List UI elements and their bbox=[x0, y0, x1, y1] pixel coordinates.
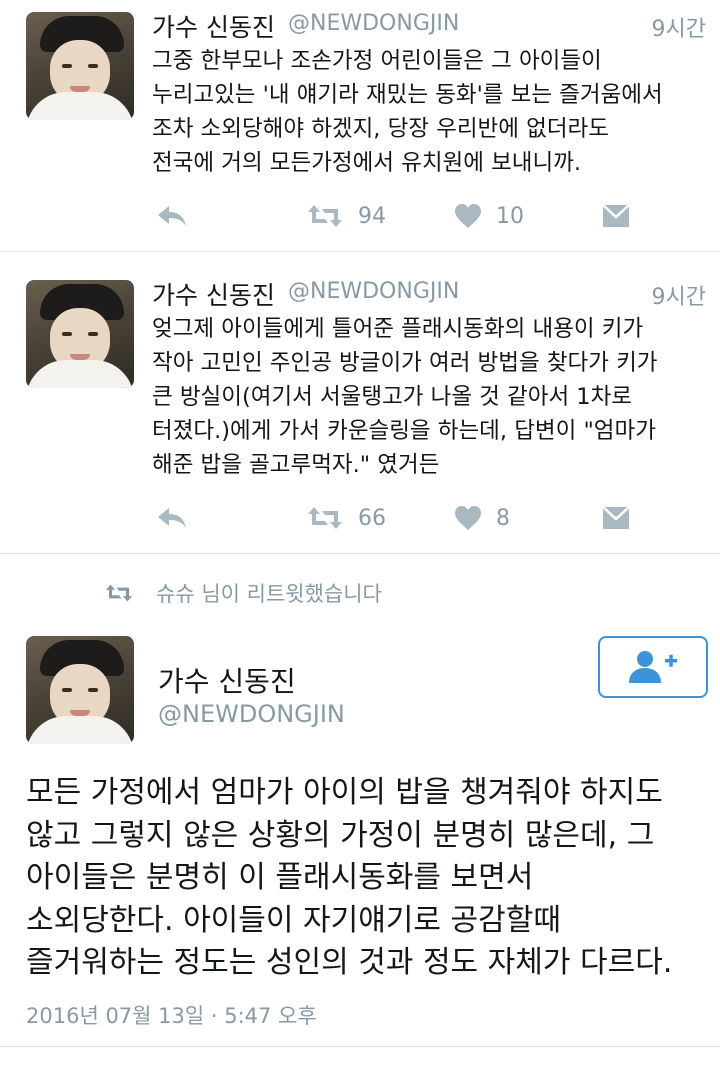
reply-button[interactable] bbox=[156, 498, 188, 538]
tweet-text: 엊그제 아이들에게 틀어준 플래시동화의 내용이 키가 작아 고민인 주인공 방… bbox=[152, 316, 658, 478]
tweet-time: 9시간 bbox=[651, 285, 706, 310]
tweet-actions: 94 10 bbox=[152, 196, 672, 236]
reply-icon bbox=[158, 206, 186, 226]
retweet-count: 94 bbox=[358, 203, 386, 229]
envelope-icon bbox=[602, 506, 630, 529]
tweet-time: 9시간 bbox=[651, 17, 706, 42]
reply-button[interactable] bbox=[156, 196, 188, 236]
heart-icon bbox=[455, 204, 481, 228]
author-handle[interactable]: @NEWDONGJIN bbox=[288, 279, 459, 304]
author-handle[interactable]: @NEWDONGJIN bbox=[288, 11, 459, 36]
avatar[interactable] bbox=[26, 636, 134, 744]
retweet-button[interactable]: 94 bbox=[306, 196, 386, 236]
retweet-button[interactable]: 66 bbox=[306, 498, 386, 538]
retweet-icon bbox=[308, 507, 342, 529]
retweet-icon bbox=[105, 584, 133, 602]
envelope-icon bbox=[602, 204, 630, 227]
tweet-text: 그중 한부모나 조손가정 어린이들은 그 아이들이 누리고있는 '내 얘기라 재… bbox=[152, 48, 663, 176]
retweet-count: 66 bbox=[358, 505, 386, 531]
avatar[interactable] bbox=[26, 280, 134, 388]
tweet-timestamp: 2016년 07월 13일 · 5:47 오후 bbox=[26, 1004, 317, 1028]
author-name[interactable]: 가수 신동진 bbox=[152, 8, 275, 44]
author-name[interactable]: 가수 신동진 bbox=[158, 660, 296, 700]
message-button[interactable] bbox=[602, 196, 630, 236]
avatar[interactable] bbox=[26, 12, 134, 120]
tweet-actions: 66 8 bbox=[152, 498, 672, 538]
like-count: 10 bbox=[496, 203, 524, 229]
retweet-notice[interactable]: 슈슈 님이 리트윗했습니다 bbox=[104, 578, 382, 608]
tweet-text: 모든 가정에서 엄마가 아이의 밥을 챙겨줘야 하지도 않고 그렇지 않은 상황… bbox=[26, 775, 673, 980]
author-handle[interactable]: @NEWDONGJIN bbox=[158, 700, 345, 728]
like-button[interactable]: 10 bbox=[454, 196, 524, 236]
follow-button[interactable] bbox=[598, 636, 708, 698]
reply-icon bbox=[158, 508, 186, 528]
author-name[interactable]: 가수 신동진 bbox=[152, 276, 275, 312]
like-count: 8 bbox=[496, 505, 510, 531]
message-button[interactable] bbox=[602, 498, 630, 538]
tweet[interactable]: 가수 신동진 @NEWDONGJIN 9시간 그중 한부모나 조손가정 어린이들… bbox=[0, 0, 720, 252]
heart-icon bbox=[455, 506, 481, 530]
retweet-icon bbox=[308, 205, 342, 227]
retweet-notice-text: 슈슈 님이 리트윗했습니다 bbox=[156, 582, 382, 606]
tweet[interactable]: 가수 신동진 @NEWDONGJIN 9시간 엊그제 아이들에게 틀어준 플래시… bbox=[0, 252, 720, 554]
like-button[interactable]: 8 bbox=[454, 498, 510, 538]
follow-user-icon bbox=[629, 651, 677, 683]
divider bbox=[0, 1046, 720, 1047]
